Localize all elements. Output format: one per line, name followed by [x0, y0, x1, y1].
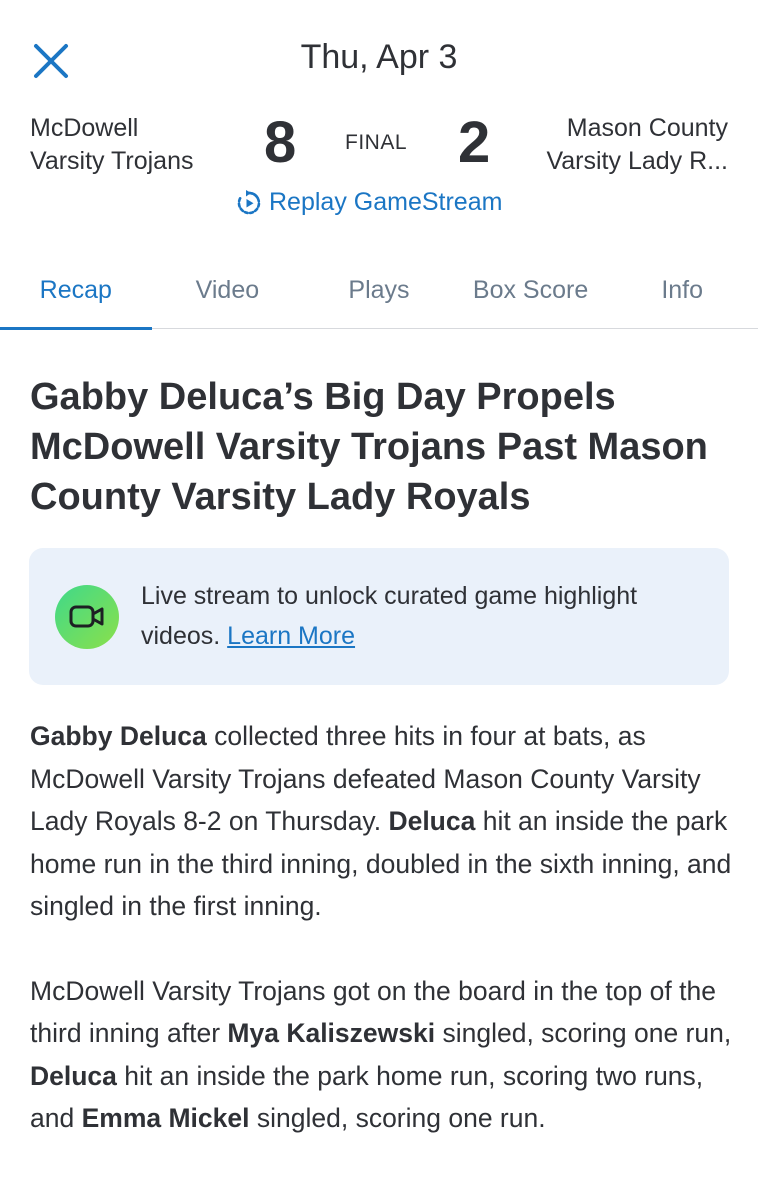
player-name: Deluca	[388, 806, 476, 836]
player-name: Deluca	[30, 1060, 117, 1091]
player-name: Mya Kaliszewski	[227, 1018, 436, 1048]
video-camera-icon	[55, 585, 119, 649]
tab-box-score[interactable]: Box Score	[455, 262, 607, 328]
home-score: 8	[264, 110, 297, 175]
replay-label: Replay GameStream	[269, 188, 503, 216]
player-name: Emma Mickel	[81, 1103, 250, 1133]
article-headline: Gabby Deluca’s Big Day Propels McDowell …	[30, 376, 708, 518]
paragraph-text: singled, scoring one run.	[249, 1103, 546, 1133]
article-paragraph: Gabby Deluca collected three hits in fou…	[30, 715, 735, 928]
article-body: Gabby Deluca collected three hits in fou…	[30, 715, 735, 1140]
away-score: 2	[458, 110, 491, 175]
paragraph-text: singled, scoring one run,	[435, 1018, 732, 1048]
tab-plays[interactable]: Plays	[303, 262, 455, 328]
tab-recap[interactable]: Recap	[0, 262, 152, 330]
replay-icon	[237, 189, 261, 214]
page-title: Thu, Apr 3	[300, 38, 458, 76]
away-team-line2: Varsity Lady R...	[546, 147, 728, 175]
home-team-line1: McDowell	[30, 114, 139, 142]
replay-gamestream-link[interactable]: Replay GameStream	[235, 188, 502, 217]
tab-bar: Recap Video Plays Box Score Info	[0, 262, 758, 330]
article-paragraph: McDowell Varsity Trojans got on the boar…	[30, 970, 735, 1140]
home-team-name[interactable]: McDowell Varsity Trojans	[30, 112, 240, 178]
promo-text: Live stream to unlock curated game highl…	[141, 576, 711, 656]
game-status: FINAL	[345, 131, 408, 154]
live-stream-promo-card: Live stream to unlock curated game highl…	[29, 548, 729, 685]
tab-info[interactable]: Info	[606, 262, 758, 328]
player-name: Gabby Deluca	[30, 721, 207, 751]
away-team-name[interactable]: Mason County Varsity Lady R...	[498, 112, 728, 178]
tab-video[interactable]: Video	[152, 262, 304, 328]
home-team-line2: Varsity Trojans	[30, 147, 194, 175]
away-team-line1: Mason County	[566, 114, 728, 142]
promo-message: Live stream to unlock curated game highl…	[141, 582, 638, 650]
learn-more-link[interactable]: Learn More	[227, 622, 355, 650]
